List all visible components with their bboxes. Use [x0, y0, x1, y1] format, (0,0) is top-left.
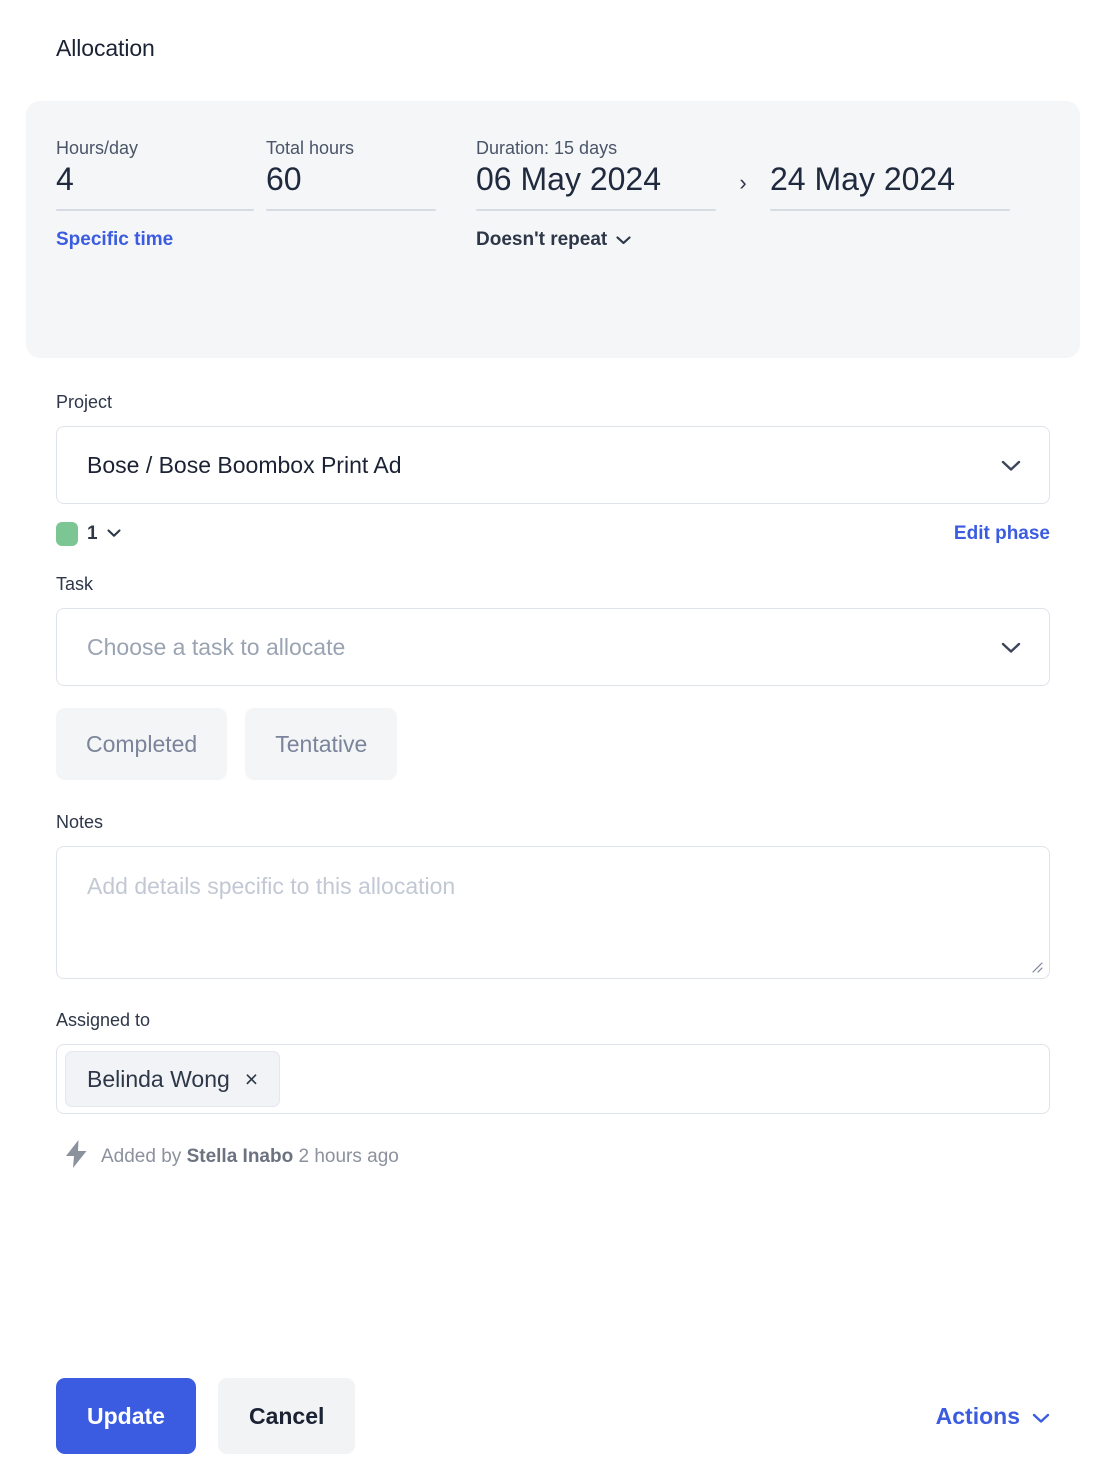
start-date-input[interactable]: 06 May 2024 — [476, 159, 716, 199]
allocation-panel: Allocation Hours/day 4 Specific time Tot… — [0, 0, 1106, 1458]
status-toggle-row: Completed Tentative — [56, 708, 1050, 780]
completed-button[interactable]: Completed — [56, 708, 228, 780]
chevron-down-icon — [1001, 641, 1021, 653]
added-by-suffix: 2 hours ago — [293, 1145, 399, 1167]
notes-textarea[interactable]: Add details specific to this allocation — [56, 846, 1050, 979]
phase-number: 1 — [87, 523, 98, 544]
chevron-down-icon — [1032, 1403, 1050, 1430]
assigned-to-label: Assigned to — [56, 1010, 151, 1030]
specific-time-link[interactable]: Specific time — [56, 229, 173, 251]
notes-label: Notes — [56, 812, 104, 832]
added-by-prefix: Added by — [101, 1145, 187, 1167]
start-date-underline — [476, 209, 716, 211]
resize-handle-icon[interactable] — [1027, 957, 1043, 973]
chevron-down-icon — [1001, 459, 1021, 471]
tentative-button[interactable]: Tentative — [245, 708, 398, 780]
date-range-arrow-icon: › — [739, 170, 747, 195]
allocation-form: Project Bose / Bose Boombox Print Ad 1 E… — [56, 392, 1050, 1173]
end-date-underline — [770, 209, 1010, 211]
close-icon[interactable]: × — [245, 1067, 258, 1091]
phase-color-swatch — [56, 522, 78, 546]
project-label: Project — [56, 392, 113, 412]
end-date-field: 24 May 2024 — [770, 159, 1010, 211]
date-range-row: 06 May 2024 › 24 May 2024 — [476, 159, 1056, 211]
hours-per-day-input[interactable]: 4 — [56, 159, 254, 199]
project-select[interactable]: Bose / Bose Boombox Print Ad — [56, 426, 1050, 504]
project-select-value: Bose / Bose Boombox Print Ad — [87, 451, 402, 478]
total-hours-input[interactable]: 60 — [266, 159, 436, 199]
total-hours-underline — [266, 209, 436, 211]
assigned-to-input[interactable]: Belinda Wong × — [56, 1044, 1050, 1114]
added-by-author: Stella Inabo — [186, 1145, 294, 1167]
phase-selector[interactable]: 1 — [56, 522, 121, 546]
hours-per-day-underline — [56, 209, 254, 211]
hours-per-day-field: Hours/day 4 Specific time — [56, 138, 254, 251]
hours-per-day-label: Hours/day — [56, 138, 139, 158]
actions-dropdown[interactable]: Actions — [936, 1403, 1050, 1430]
repeat-dropdown-label: Doesn't repeat — [476, 229, 608, 250]
chevron-down-icon — [616, 229, 631, 251]
start-date-field: 06 May 2024 — [476, 159, 716, 211]
notes-placeholder: Add details specific to this allocation — [87, 873, 456, 899]
page-title: Allocation — [56, 35, 155, 61]
actions-dropdown-label: Actions — [935, 1402, 1020, 1429]
person-chip-name: Belinda Wong — [87, 1065, 230, 1092]
total-hours-field: Total hours 60 — [266, 138, 436, 211]
lightning-bolt-icon — [66, 1140, 87, 1173]
duration-label: Duration: 15 days — [476, 138, 618, 158]
cancel-button[interactable]: Cancel — [217, 1378, 356, 1454]
end-date-input[interactable]: 24 May 2024 — [770, 159, 1010, 199]
repeat-dropdown[interactable]: Doesn't repeat — [476, 229, 631, 251]
edit-phase-link[interactable]: Edit phase — [954, 523, 1050, 545]
task-select-placeholder: Choose a task to allocate — [87, 633, 346, 660]
chevron-down-icon — [107, 525, 121, 543]
total-hours-label: Total hours — [266, 138, 355, 158]
person-chip[interactable]: Belinda Wong × — [65, 1051, 281, 1107]
duration-field: Duration: 15 days 06 May 2024 › 24 May 2… — [476, 138, 1056, 251]
added-by-meta: Added by Stella Inabo 2 hours ago — [56, 1140, 1050, 1173]
footer-actions: Update Cancel Actions — [56, 1378, 1050, 1454]
phase-row: 1 Edit phase — [56, 521, 1050, 547]
task-label: Task — [56, 574, 94, 594]
update-button[interactable]: Update — [56, 1378, 196, 1454]
task-select[interactable]: Choose a task to allocate — [56, 608, 1050, 686]
allocation-summary-panel: Hours/day 4 Specific time Total hours 60… — [26, 101, 1080, 358]
added-by-text: Added by Stella Inabo 2 hours ago — [101, 1146, 399, 1168]
